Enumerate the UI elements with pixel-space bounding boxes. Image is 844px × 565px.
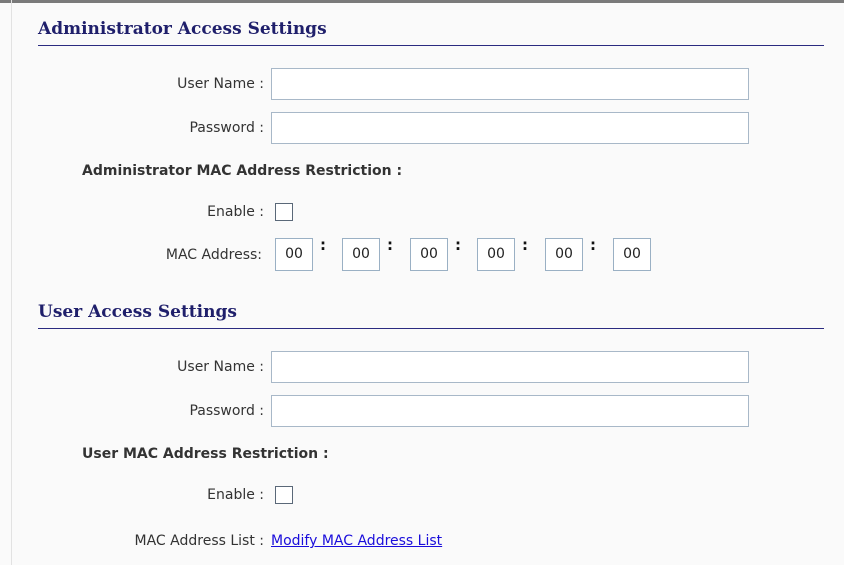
mac-separator: : [590,236,596,254]
user-enable-checkbox[interactable] [275,486,293,504]
left-border [11,0,12,565]
user-password-input[interactable] [271,395,749,427]
mac-separator: : [522,236,528,254]
admin-password-label: Password : [189,120,264,136]
top-border [0,0,844,3]
user-section-divider [38,328,824,329]
admin-mac-octet-1[interactable]: 00 [275,238,313,271]
user-user-name-input[interactable] [271,351,749,383]
user-enable-label: Enable : [207,487,264,503]
admin-mac-octet-5[interactable]: 00 [545,238,583,271]
admin-user-name-label: User Name : [177,76,264,92]
admin-enable-label: Enable : [207,204,264,220]
user-mac-list-label: MAC Address List : [134,533,264,549]
admin-enable-checkbox[interactable] [275,203,293,221]
mac-separator: : [320,236,326,254]
admin-mac-octet-4[interactable]: 00 [477,238,515,271]
user-section-title: User Access Settings [38,302,237,322]
admin-mac-address-label: MAC Address: [165,247,262,263]
admin-section-divider [38,45,824,46]
admin-user-name-input[interactable] [271,68,749,100]
admin-password-input[interactable] [271,112,749,144]
admin-section-title: Administrator Access Settings [38,19,327,39]
modify-mac-address-list-link[interactable]: Modify MAC Address List [271,533,442,549]
user-user-name-label: User Name : [177,359,264,375]
admin-mac-octet-6[interactable]: 00 [613,238,651,271]
mac-separator: : [455,236,461,254]
mac-separator: : [387,236,393,254]
user-password-label: Password : [189,403,264,419]
admin-mac-octet-3[interactable]: 00 [410,238,448,271]
admin-mac-restriction-heading: Administrator MAC Address Restriction : [82,163,403,179]
admin-mac-octet-2[interactable]: 00 [342,238,380,271]
user-mac-restriction-heading: User MAC Address Restriction : [82,446,329,462]
